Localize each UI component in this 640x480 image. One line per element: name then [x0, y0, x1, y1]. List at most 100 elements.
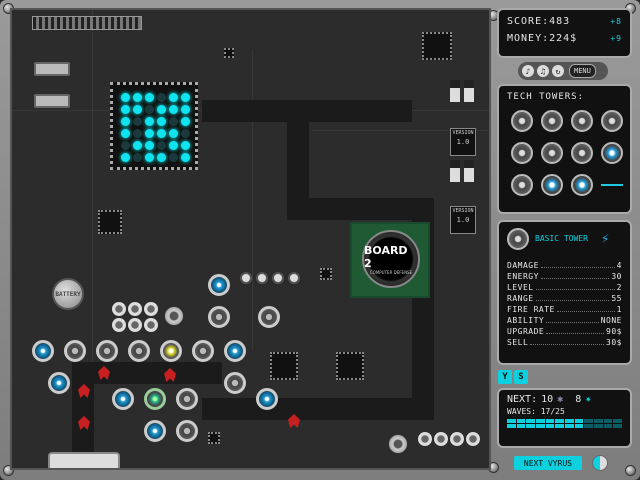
cpu-base: BOARD 2 COMPUTER DEFENSE	[350, 222, 430, 298]
placed-tower[interactable]	[258, 306, 280, 328]
wave-progress	[507, 419, 622, 428]
capacitor	[144, 318, 158, 332]
waves-value: 17/25	[540, 407, 565, 416]
next-label: NEXT:	[507, 394, 538, 405]
placed-tower[interactable]	[208, 274, 230, 296]
wave-panel: NEXT: 10 ✱ 8 ✷ WAVES: 17/25	[497, 388, 632, 448]
placed-tower[interactable]	[224, 372, 246, 394]
chip	[270, 352, 298, 380]
capacitor	[144, 302, 158, 316]
tower-drum-icon[interactable]	[541, 110, 563, 132]
capacitor	[464, 80, 474, 102]
capacitor	[128, 302, 142, 316]
placed-tower[interactable]	[160, 340, 182, 362]
pin-header	[32, 16, 142, 30]
capacitor	[128, 318, 142, 332]
lightning-icon: ⚡	[601, 231, 610, 247]
tower-info-panel: BASIC TOWER ⚡ DAMAGE 4 ENERGY 30 LEVEL 2 RA…	[497, 220, 632, 365]
music-note-icon[interactable]: ♫	[537, 65, 549, 77]
capacitor	[112, 318, 126, 332]
stat-row: FIRE RATE 1	[507, 305, 622, 314]
next-count-a: 10	[541, 394, 554, 405]
placed-tower[interactable]	[176, 388, 198, 410]
hole	[240, 272, 252, 284]
capacitor	[466, 432, 480, 446]
placed-tower[interactable]	[96, 340, 118, 362]
menu-button[interactable]: MENU	[569, 64, 596, 78]
placed-tower[interactable]	[192, 340, 214, 362]
placed-tower[interactable]	[224, 340, 246, 362]
chip	[224, 48, 234, 58]
score-value: 483	[549, 16, 571, 27]
capacitor	[450, 160, 460, 182]
star-icon: ✷	[585, 394, 592, 405]
hotkeys: Y S	[498, 370, 528, 384]
tower-name: BASIC TOWER	[535, 234, 588, 243]
placed-tower[interactable]	[144, 420, 166, 442]
chip	[98, 210, 122, 234]
chip	[208, 432, 220, 444]
tower-cannon-icon[interactable]	[511, 174, 533, 196]
tech-towers-panel: TECH TOWERS:	[497, 84, 632, 214]
tower-cross-icon[interactable]	[541, 142, 563, 164]
refresh-icon[interactable]: ↻	[552, 65, 564, 77]
tower-ring-icon[interactable]	[511, 142, 533, 164]
stat-row: ABILITY NONE	[507, 316, 622, 325]
speaker-icon[interactable]: ♪	[522, 65, 534, 77]
next-vyrus-button[interactable]: NEXT VYRUS	[514, 456, 582, 470]
tower-cage-icon[interactable]	[571, 110, 593, 132]
money-delta: +9	[610, 34, 622, 43]
stat-row[interactable]: UPGRADE 90$	[507, 326, 622, 337]
sata-port	[34, 62, 70, 76]
bolt-icon	[388, 434, 408, 454]
screw-icon	[625, 465, 636, 476]
vga-port	[48, 452, 120, 468]
placed-tower[interactable]	[32, 340, 54, 362]
virus-icon: ✱	[557, 394, 564, 405]
money-value: 224$	[549, 33, 578, 44]
placed-tower[interactable]	[144, 388, 166, 410]
hole	[288, 272, 300, 284]
capacitor	[112, 302, 126, 316]
chip	[320, 268, 332, 280]
score-delta: +8	[610, 17, 622, 26]
capacitor	[434, 432, 448, 446]
towers-title: TECH TOWERS:	[507, 92, 585, 102]
capacitor	[464, 160, 474, 182]
placed-tower[interactable]	[64, 340, 86, 362]
led-matrix-chip	[110, 82, 198, 170]
waves-label: WAVES:	[507, 407, 536, 416]
score-panel: SCORE:483 +8 MONEY:224$ +9	[497, 8, 632, 58]
stat-row[interactable]: SELL 30$	[507, 337, 622, 348]
stat-row: DAMAGE 4	[507, 261, 622, 270]
placed-tower[interactable]	[48, 372, 70, 394]
capacitor	[418, 432, 432, 446]
y-button[interactable]: Y	[498, 370, 512, 384]
s-button[interactable]: S	[514, 370, 528, 384]
tower-box-icon[interactable]	[571, 142, 593, 164]
battery: BATTERY	[52, 278, 84, 310]
game-board[interactable]: VERSION 1.0 VERSION 1.0 BOARD 2 COMPUTER D…	[10, 8, 491, 470]
chip	[336, 352, 364, 380]
chip	[422, 32, 452, 60]
placed-tower[interactable]	[128, 340, 150, 362]
placed-tower[interactable]	[112, 388, 134, 410]
placed-tower[interactable]	[256, 388, 278, 410]
speed-toggle-icon[interactable]	[592, 455, 608, 471]
tower-lens-icon[interactable]	[601, 142, 623, 164]
tower-blue-star-icon[interactable]	[571, 174, 593, 196]
bolt-icon	[164, 306, 184, 326]
stat-row: ENERGY 30	[507, 272, 622, 281]
version-chip: VERSION 1.0	[450, 206, 476, 234]
placed-tower[interactable]	[176, 420, 198, 442]
stat-row: RANGE 55	[507, 294, 622, 303]
stat-row: LEVEL 2	[507, 283, 622, 292]
tower-beam-icon[interactable]	[601, 174, 623, 196]
sata-port	[34, 94, 70, 108]
hole	[256, 272, 268, 284]
placed-tower[interactable]	[208, 306, 230, 328]
capacitor	[450, 432, 464, 446]
tower-blue-gear-icon[interactable]	[541, 174, 563, 196]
tower-basic-icon[interactable]	[511, 110, 533, 132]
tower-coil-icon[interactable]	[601, 110, 623, 132]
